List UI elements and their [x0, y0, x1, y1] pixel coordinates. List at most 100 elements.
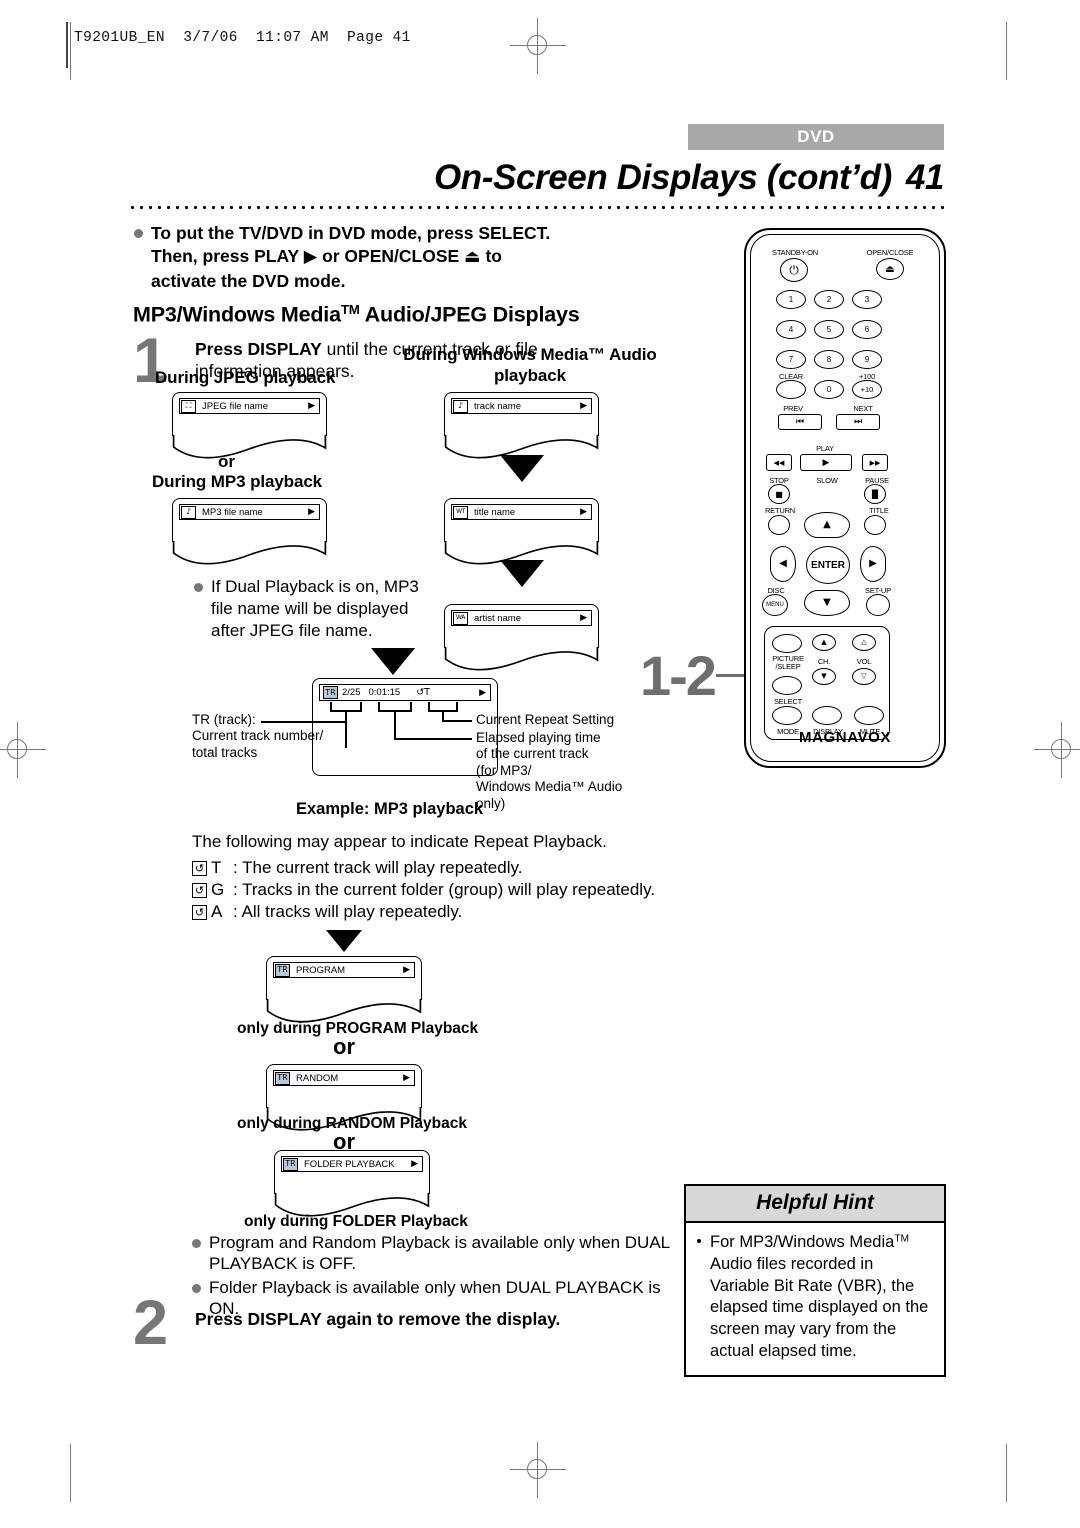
caption-program-playback: only during PROGRAM Playback: [237, 1020, 479, 1037]
osd-bar-random: TR RANDOM ▶: [273, 1070, 415, 1086]
number-3-button[interactable]: 3: [852, 290, 882, 309]
title-button[interactable]: [864, 515, 886, 535]
repeat-description: : All tracks will play repeatedly.: [233, 902, 463, 921]
panel-wave-edge: [444, 647, 599, 673]
play-icon: ▶: [303, 247, 318, 268]
standby-on-button[interactable]: ⏻: [780, 258, 808, 282]
number-2-button[interactable]: 2: [814, 290, 844, 309]
setup-button[interactable]: [866, 594, 890, 616]
select-label: SELECT: [774, 697, 802, 706]
power-icon: ⏻: [789, 262, 799, 277]
volume-down-icon: ▽: [861, 672, 867, 680]
section-heading: MP3/Windows MediaTM Audio/JPEG Displays: [133, 302, 723, 327]
prev-label: PREV: [783, 404, 803, 413]
left-button[interactable]: ◀: [770, 546, 796, 582]
play-icon: ▶: [580, 507, 587, 517]
flow-arrow-down: [500, 455, 544, 482]
fast-forward-button[interactable]: ▶▶: [862, 454, 888, 471]
osd-panel-artist: WA artist name ▶: [444, 604, 599, 673]
remote-control-diagram: STANDBY-ON ⏻ OPEN/CLOSE ⏏ 1 2 3 4 5 6 7 …: [744, 228, 946, 768]
mute-button[interactable]: [854, 706, 884, 725]
pause-icon: ▐▌: [868, 489, 882, 499]
mode-button[interactable]: [772, 706, 802, 725]
disc-menu-sub: MENU: [766, 602, 784, 608]
registration-mark-left: [0, 722, 46, 778]
trademark-icon: TM: [340, 302, 360, 318]
down-icon: ▼: [823, 597, 831, 608]
repeat-legend-row: ↺ G : Tracks in the current folder (grou…: [192, 880, 752, 900]
label-during-mp3: During MP3 playback: [152, 472, 323, 491]
play-icon: ▶: [411, 1159, 418, 1169]
number-6-button[interactable]: 6: [852, 320, 882, 339]
header-rule: [66, 22, 68, 68]
callout-elapsed-line4: Windows Media™ Audio: [476, 779, 623, 795]
return-button[interactable]: [768, 515, 790, 535]
open-close-button[interactable]: ⏏: [876, 258, 904, 280]
osd-text-title: title name: [474, 506, 516, 518]
stop-button[interactable]: ■: [768, 484, 790, 504]
bullet-icon: [192, 1239, 201, 1248]
picture-button[interactable]: [772, 634, 802, 653]
flow-arrow-down: [371, 648, 415, 675]
note-line-2-a: Then, press PLAY: [151, 246, 299, 267]
repeat-legend-intro: The following may appear to indicate Rep…: [192, 832, 607, 851]
plus10-button[interactable]: +10: [852, 380, 882, 399]
leader-bracket: [410, 702, 412, 712]
standby-label: STANDBY-ON: [772, 248, 818, 257]
prev-button[interactable]: ⏮: [778, 414, 822, 430]
number-5-button[interactable]: 5: [814, 320, 844, 339]
volume-up-button[interactable]: △: [852, 634, 876, 651]
key-label: 8: [826, 355, 832, 364]
dual-note-line-2: file name will be displayed: [211, 599, 409, 619]
play-icon: ▶: [479, 687, 486, 698]
next-button[interactable]: ⏭: [836, 414, 880, 430]
number-8-button[interactable]: 8: [814, 350, 844, 369]
bullet-icon: [697, 1239, 701, 1243]
osd-status-bar-example: TR 2/25 0:01:15 ↺T ▶: [312, 678, 498, 776]
osd-bar-jpeg: ⛶ JPEG file name ▶: [179, 398, 320, 414]
crop-mark-right-top: [1006, 22, 1008, 80]
dvd-badge: DVD: [688, 124, 944, 150]
picture-sleep-label: PICTURE /SLEEP: [768, 655, 808, 671]
play-button[interactable]: ▶: [800, 454, 852, 471]
registration-mark-bottom: [510, 1442, 566, 1498]
channel-up-button[interactable]: ▲: [812, 634, 836, 651]
up-button[interactable]: ▲: [804, 512, 850, 538]
enter-button[interactable]: ENTER: [806, 546, 850, 584]
up-icon: ▲: [821, 638, 827, 646]
channel-down-button[interactable]: ▼: [812, 668, 836, 685]
callout-elapsed-line2: of the current track: [476, 746, 589, 762]
play-icon: ▶: [822, 457, 830, 468]
section-heading-after: Audio/JPEG Displays: [359, 302, 580, 327]
number-0-button[interactable]: 0: [814, 380, 844, 399]
select-button[interactable]: [772, 676, 802, 695]
display-button[interactable]: [812, 706, 842, 725]
key-label: 6: [864, 325, 870, 334]
registration-mark-right: [1034, 722, 1080, 778]
right-button[interactable]: ▶: [860, 546, 886, 582]
right-icon: ▶: [869, 558, 877, 569]
disc-menu-button[interactable]: MENU: [762, 594, 788, 616]
number-7-button[interactable]: 7: [776, 350, 806, 369]
number-9-button[interactable]: 9: [852, 350, 882, 369]
volume-down-button[interactable]: ▽: [852, 668, 876, 685]
label-during-jpeg: During JPEG playback: [155, 368, 336, 387]
down-button[interactable]: ▼: [804, 590, 850, 616]
callout-track-line3: total tracks: [192, 744, 258, 760]
pause-button[interactable]: ▐▌: [864, 484, 886, 504]
number-4-button[interactable]: 4: [776, 320, 806, 339]
title-label: TITLE: [869, 506, 889, 515]
rewind-button[interactable]: ◀◀: [766, 454, 792, 471]
jpeg-file-icon: ⛶: [181, 399, 196, 413]
clear-button[interactable]: [776, 380, 806, 399]
number-1-button[interactable]: 1: [776, 290, 806, 309]
bullet-icon: [192, 1283, 201, 1293]
trademark-icon: TM: [894, 1233, 910, 1245]
repeat-letter: G: [211, 880, 225, 899]
next-icon: ⏭: [853, 417, 863, 427]
repeat-icon: ↺T: [416, 687, 430, 698]
osd-panel-folder: TR FOLDER PLAYBACK ▶: [274, 1150, 430, 1219]
leader-line-track: [345, 710, 347, 748]
leader-line-elapsed-h: [394, 738, 472, 740]
callout-elapsed-line3: (for MP3/: [476, 762, 532, 778]
